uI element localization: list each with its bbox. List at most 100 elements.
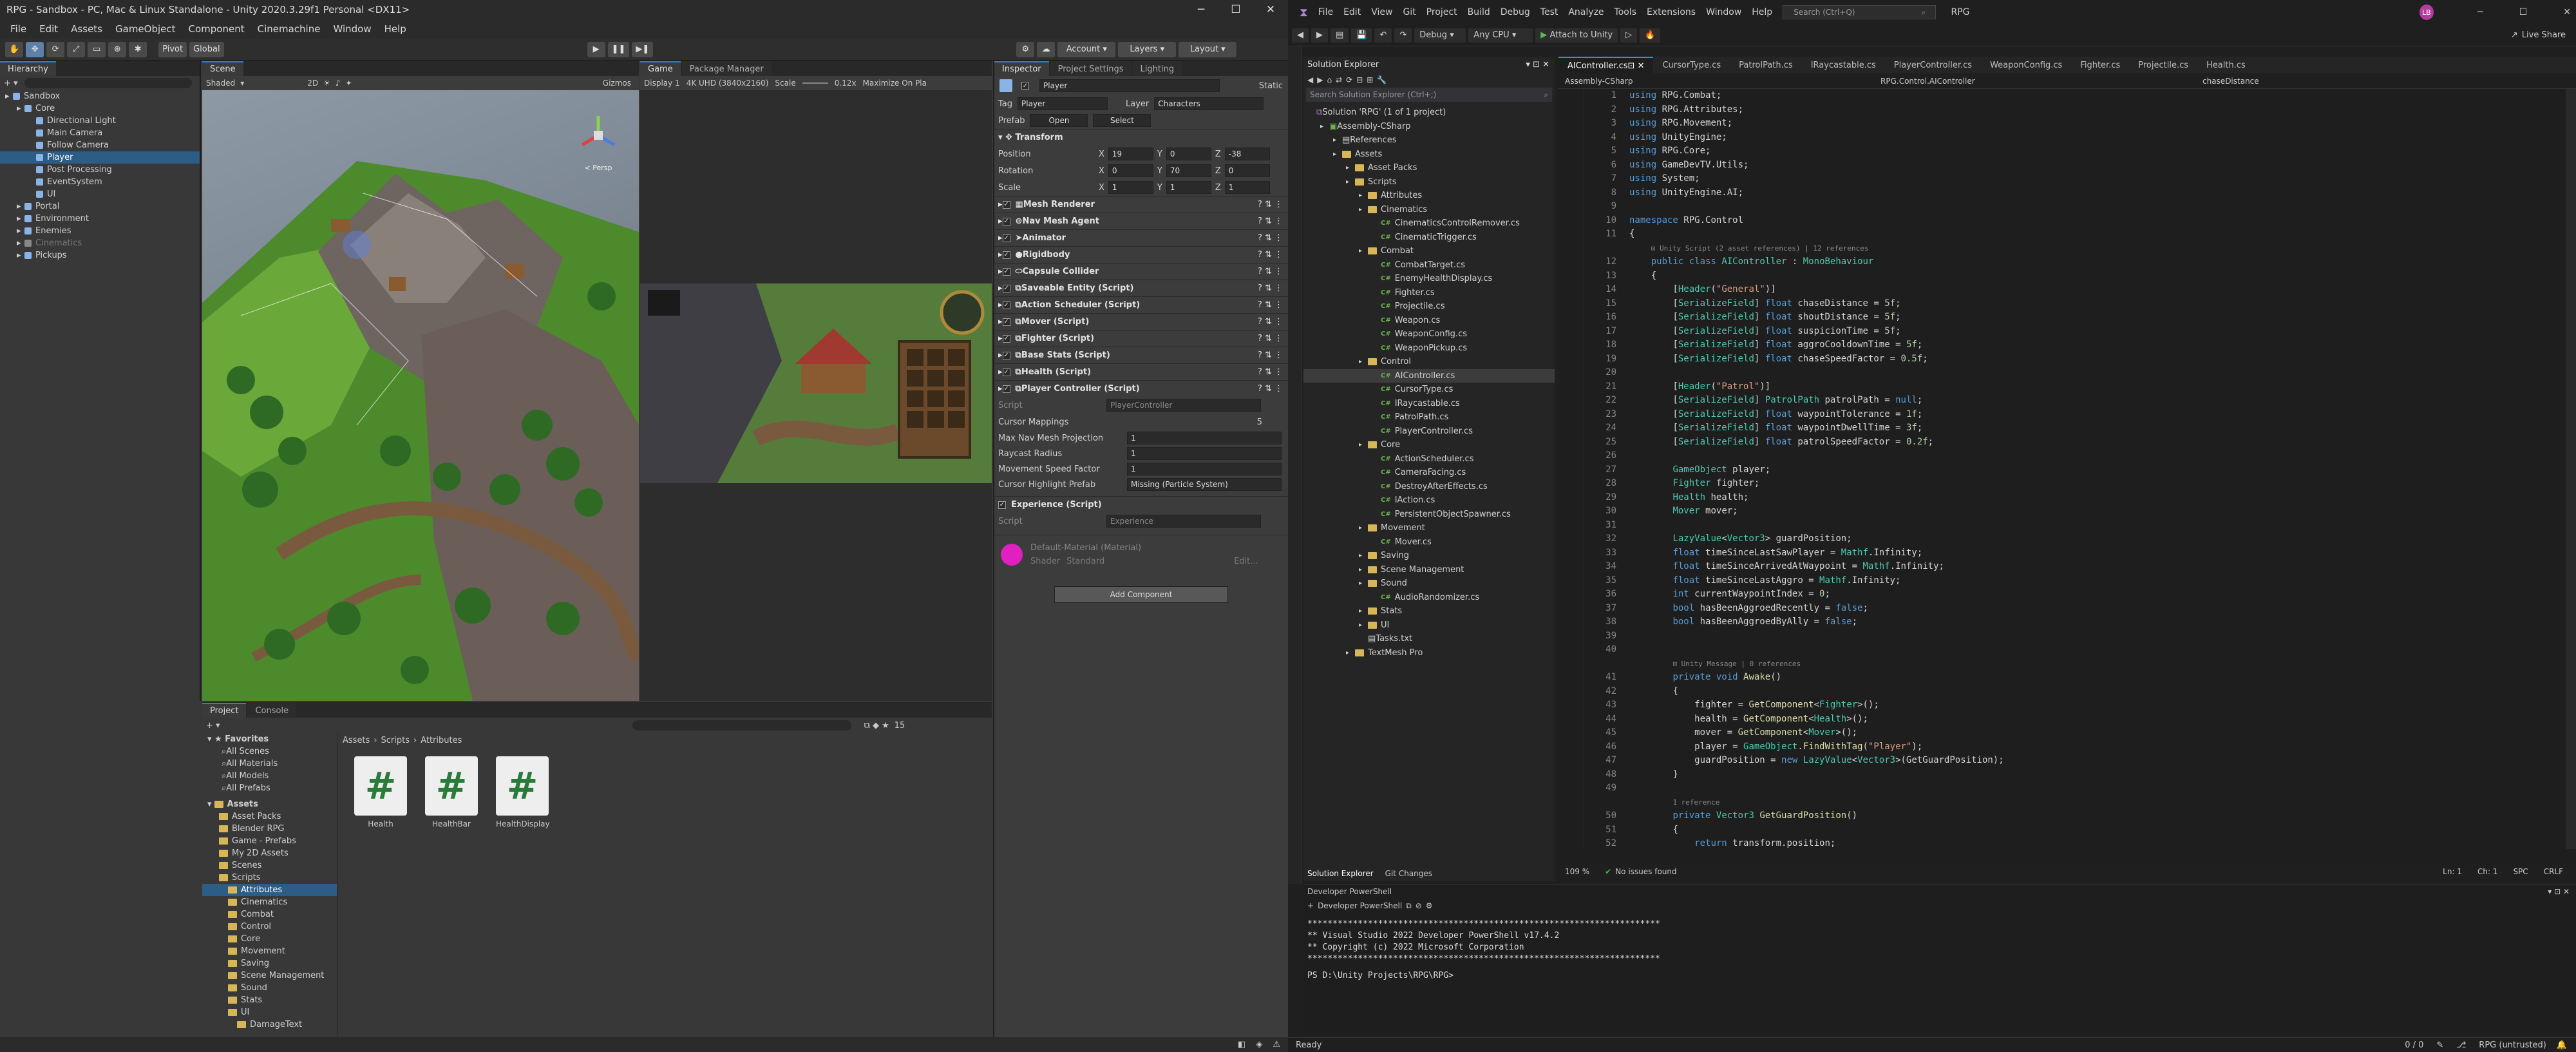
component-menu-icon[interactable]: ? ⇅ ⋮	[1258, 200, 1283, 209]
layers-dropdown[interactable]: Layers ▾	[1118, 41, 1177, 57]
vs-menu-git[interactable]: Git	[1397, 7, 1421, 17]
menu-file[interactable]: File	[4, 23, 33, 35]
component-menu-icon[interactable]: ? ⇅ ⋮	[1258, 267, 1283, 276]
component-enabled-checkbox[interactable]: ✓	[1002, 251, 1010, 259]
solution-explorer-item[interactable]: ▸ Saving	[1303, 549, 1555, 563]
solution-explorer-item[interactable]: C# DestroyAfterEffects.cs	[1303, 480, 1555, 494]
attach-button[interactable]: ▶ Attach to Unity	[1535, 28, 1618, 43]
server-explorer-strip[interactable]	[1288, 46, 1302, 884]
tree-expand-icon[interactable]: ▸	[1359, 441, 1368, 448]
component-menu-icon[interactable]: ? ⇅ ⋮	[1258, 216, 1283, 226]
status-bake-icon[interactable]: ◈	[1256, 1040, 1262, 1049]
expand-arrow-icon[interactable]: ▸	[17, 202, 24, 211]
shader-edit-button[interactable]: Edit...	[1234, 557, 1258, 566]
tab-scene[interactable]: Scene	[202, 61, 243, 76]
hierarchy-item[interactable]: EventSystem	[0, 176, 200, 188]
line-ending-indicator[interactable]: CRLF	[2544, 867, 2563, 876]
solution-explorer-item[interactable]: C# Fighter.cs	[1303, 286, 1555, 300]
hierarchy-item[interactable]: Post Processing	[0, 164, 200, 176]
document-tab[interactable]: Health.cs	[2197, 57, 2255, 73]
transform-y-input[interactable]: 70	[1166, 164, 1211, 177]
hierarchy-item[interactable]: ▸ Cinematics	[0, 237, 200, 249]
pencil-icon[interactable]: ✎	[2436, 1040, 2443, 1050]
expand-arrow-icon[interactable]: ▸	[17, 251, 24, 260]
display-dropdown[interactable]: Display 1	[644, 79, 680, 88]
solution-explorer-item[interactable]: C# ActionScheduler.cs	[1303, 452, 1555, 466]
live-share-button[interactable]: ↗ Live Share	[2511, 30, 2566, 40]
maximize-on-play-toggle[interactable]: Maximize On Pla	[863, 79, 927, 88]
back-icon[interactable]: ◀	[1292, 28, 1309, 43]
se-home-icon[interactable]: ⌂	[1327, 75, 1332, 84]
hierarchy-item[interactable]: Main Camera	[0, 127, 200, 139]
solution-explorer-item[interactable]: C# PatrolPath.cs	[1303, 410, 1555, 425]
asset-folder-item[interactable]: Control	[202, 921, 337, 933]
object-name-input[interactable]: Player	[1039, 79, 1220, 92]
document-tab[interactable]: WeaponConfig.cs	[1981, 57, 2071, 73]
rotate-tool-icon[interactable]: ⟳	[46, 41, 65, 57]
tree-expand-icon[interactable]: ▸	[1359, 358, 1368, 365]
editor-gutter[interactable]	[1558, 89, 1584, 849]
tree-expand-icon[interactable]: ▸	[1359, 192, 1368, 199]
solution-explorer-item[interactable]: ▸ Assets	[1303, 148, 1555, 162]
document-tab[interactable]: Projectile.cs	[2129, 57, 2197, 73]
tab-project-settings[interactable]: Project Settings	[1050, 61, 1132, 76]
solution-explorer-item[interactable]: ▸ Scripts	[1303, 175, 1555, 189]
tab-inspector[interactable]: Inspector	[994, 61, 1049, 76]
menu-gameobject[interactable]: GameObject	[109, 23, 182, 35]
gizmos-dropdown[interactable]: Gizmos	[603, 79, 631, 88]
component-enabled-checkbox[interactable]: ✓	[1002, 284, 1010, 292]
solution-explorer-item[interactable]: C# Projectile.cs	[1303, 300, 1555, 314]
asset-folder-item[interactable]: Core	[202, 933, 337, 945]
se-show-all-icon[interactable]: ⊞	[1367, 75, 1373, 84]
solution-explorer-item[interactable]: ▸ UI	[1303, 618, 1555, 633]
solution-explorer-item[interactable]: C# CinematicsControlRemover.cs	[1303, 216, 1555, 231]
solution-explorer-item[interactable]: ▸ Sound	[1303, 577, 1555, 591]
add-component-button[interactable]: Add Component	[1054, 586, 1228, 603]
hierarchy-item[interactable]: ▸ Enemies	[0, 225, 200, 237]
solution-explorer-item[interactable]: C# CursorType.cs	[1303, 383, 1555, 397]
add-icon[interactable]: + ▾	[4, 79, 18, 88]
terminal-output[interactable]: ****************************************…	[1303, 913, 2576, 982]
solution-explorer-item[interactable]: C# AIController.cs	[1303, 368, 1555, 383]
component-enabled-checkbox[interactable]: ✓	[1002, 385, 1010, 393]
rect-tool-icon[interactable]: ▭	[88, 41, 106, 57]
solution-explorer-item[interactable]: C# CombatTarget.cs	[1303, 258, 1555, 273]
maximize-icon[interactable]: ☐	[1218, 3, 1253, 16]
tree-expand-icon[interactable]: ▸	[1359, 247, 1368, 254]
transform-z-input[interactable]: -38	[1224, 148, 1270, 160]
component-menu-icon[interactable]: ? ⇅ ⋮	[1258, 334, 1283, 343]
transform-z-input[interactable]: 1	[1224, 181, 1270, 194]
undo-icon[interactable]: ↶	[1374, 28, 1392, 43]
solution-explorer-item[interactable]: C# EnemyHealthDisplay.cs	[1303, 272, 1555, 286]
solution-explorer-item[interactable]: C# IRaycastable.cs	[1303, 397, 1555, 411]
vs-menu-test[interactable]: Test	[1535, 7, 1564, 17]
expand-arrow-icon[interactable]: ▸	[17, 104, 24, 113]
component-enabled-checkbox[interactable]: ✓	[1002, 234, 1010, 242]
user-avatar[interactable]: LB	[2419, 5, 2434, 20]
document-tab[interactable]: AIController.cs ⊡ ✕	[1558, 57, 1654, 73]
component-enabled-checkbox[interactable]: ✓	[1002, 301, 1010, 309]
vs-maximize-icon[interactable]: ☐	[2514, 7, 2533, 17]
component-menu-icon[interactable]: ? ⇅ ⋮	[1258, 300, 1283, 310]
breadcrumb-item[interactable]: Attributes	[421, 736, 462, 745]
exp-script-field[interactable]: Experience	[1106, 515, 1261, 528]
asset-folder-item[interactable]: Sound	[202, 982, 337, 994]
vertical-scrollbar[interactable]	[2566, 89, 2576, 849]
solution-explorer-item[interactable]: ▸ Core	[1303, 438, 1555, 452]
terminal-copy-icon[interactable]: ⧉	[1406, 901, 1412, 911]
asset-folder-item[interactable]: Movement	[202, 945, 337, 957]
transform-x-input[interactable]: 0	[1108, 164, 1153, 177]
menu-assets[interactable]: Assets	[64, 23, 109, 35]
tab-project[interactable]: Project	[202, 703, 247, 718]
active-checkbox[interactable]: ✓	[1021, 82, 1029, 90]
zoom-dropdown[interactable]: 109 %	[1565, 867, 1589, 876]
vs-search-box[interactable]: Search (Ctrl+Q) ⌕	[1783, 5, 1936, 19]
tree-expand-icon[interactable]: ▸	[1346, 164, 1355, 171]
solution-explorer-item[interactable]: ▸ ▣ Assembly-CSharp	[1303, 120, 1555, 134]
transform-y-input[interactable]: 0	[1166, 148, 1211, 160]
tab-lighting[interactable]: Lighting	[1132, 61, 1182, 76]
asset-folder-item[interactable]: Saving	[202, 957, 337, 970]
tab-git-changes[interactable]: Git Changes	[1385, 869, 1432, 878]
pc-field-input[interactable]: 1	[1127, 432, 1282, 445]
transform-x-input[interactable]: 1	[1108, 181, 1153, 194]
